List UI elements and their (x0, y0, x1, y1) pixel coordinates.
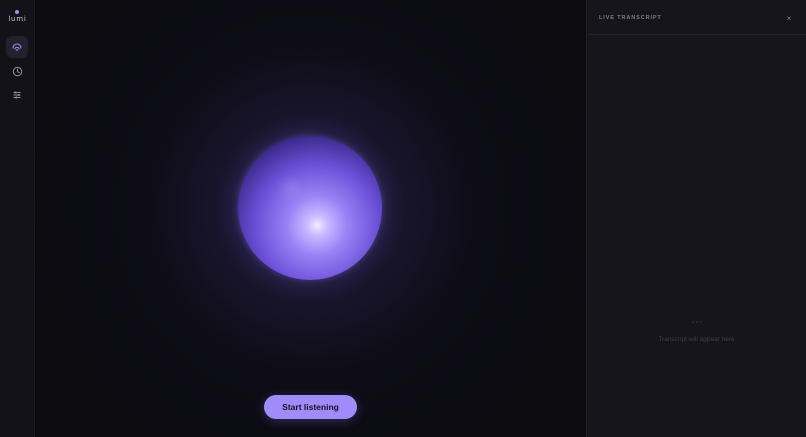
start-listening-button[interactable]: Start listening (264, 395, 357, 419)
transcript-panel: LIVE TRANSCRIPT × Transcript will appear… (586, 0, 806, 437)
sidebar-item-settings[interactable] (6, 84, 28, 106)
sidebar-item-history[interactable] (6, 60, 28, 82)
transcript-header: LIVE TRANSCRIPT × (587, 0, 806, 35)
ellipsis-icon (692, 321, 702, 323)
sidebar: lumi (0, 0, 35, 437)
sidebar-item-listen[interactable] (6, 36, 28, 58)
sliders-icon (13, 91, 21, 99)
app-window: lumi Start listening LIVE TRANSCRIPT × T… (0, 0, 806, 437)
signal-icon (12, 43, 22, 51)
clock-icon (12, 66, 22, 76)
close-icon: × (786, 13, 792, 23)
close-transcript-button[interactable]: × (782, 11, 796, 25)
brand-name: lumi (8, 15, 27, 23)
transcript-empty-text: Transcript will appear here (658, 336, 735, 343)
voice-orb[interactable] (238, 136, 382, 280)
voice-stage: Start listening (35, 0, 586, 437)
transcript-title: LIVE TRANSCRIPT (599, 15, 662, 21)
brand-dot-icon (15, 10, 19, 14)
